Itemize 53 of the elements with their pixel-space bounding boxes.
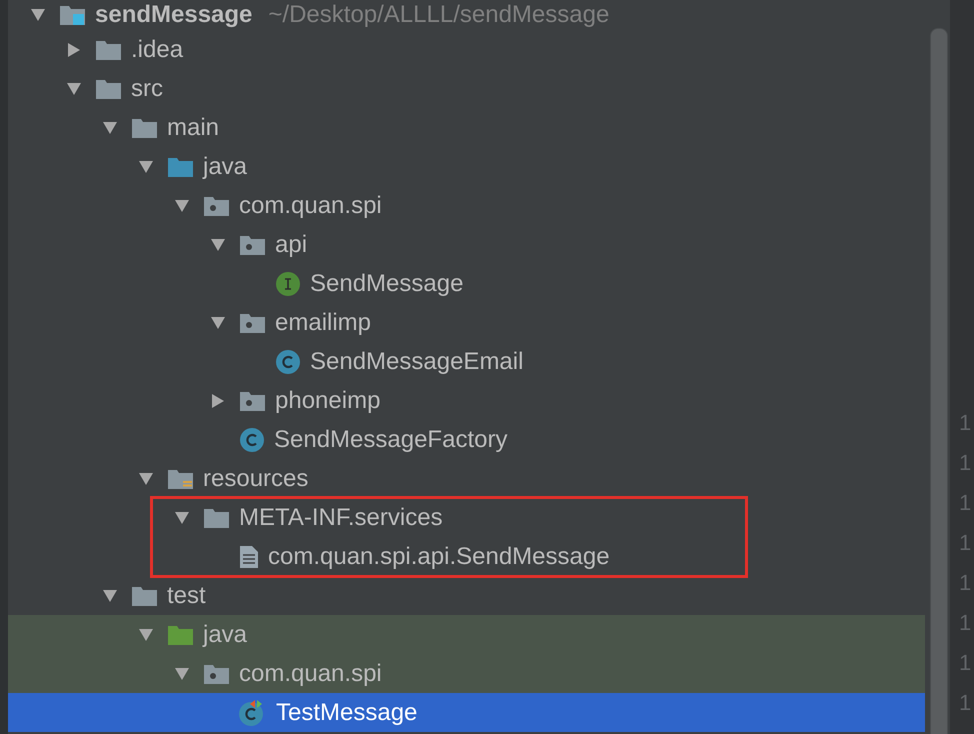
project-path: ~/Desktop/ALLLL/sendMessage xyxy=(268,1,610,29)
source-folder-icon xyxy=(167,156,194,178)
interface-icon xyxy=(275,270,301,296)
package-icon xyxy=(203,662,230,684)
tree-item[interactable]: emailimp xyxy=(8,303,925,342)
tree-item[interactable]: com.quan.spi xyxy=(8,186,925,225)
tree-item[interactable]: java xyxy=(8,147,925,186)
tree-item[interactable]: java xyxy=(8,615,925,654)
module-icon xyxy=(59,4,86,26)
class-icon xyxy=(275,348,301,374)
collapse-arrow-icon[interactable] xyxy=(102,120,118,136)
folder-icon xyxy=(95,78,122,100)
scrollbar-thumb[interactable] xyxy=(930,28,948,734)
collapse-arrow-icon[interactable] xyxy=(138,626,154,642)
tree-item[interactable]: SendMessage xyxy=(8,264,925,303)
tree-item[interactable]: .idea xyxy=(8,30,925,69)
collapse-arrow-icon[interactable] xyxy=(66,80,82,96)
package-icon xyxy=(203,194,230,216)
folder-icon xyxy=(95,38,122,60)
folder-icon xyxy=(203,506,230,528)
folder-icon xyxy=(131,584,158,606)
package-icon xyxy=(239,390,266,412)
tree-item[interactable]: sendMessage ~/Desktop/ALLLL/sendMessage xyxy=(8,0,925,30)
tree-item[interactable]: META-INF.services xyxy=(150,498,748,537)
collapse-arrow-icon[interactable] xyxy=(174,666,190,682)
tree-item[interactable]: SendMessageFactory xyxy=(8,420,925,459)
tree-item[interactable]: main xyxy=(8,108,925,147)
collapse-arrow-icon[interactable] xyxy=(174,510,190,526)
file-icon xyxy=(239,544,259,568)
tree-item[interactable]: TestMessage xyxy=(8,693,925,732)
class-icon xyxy=(239,426,265,452)
tree-item[interactable]: com.quan.spi xyxy=(8,654,925,693)
collapse-arrow-icon[interactable] xyxy=(138,158,154,174)
tree-item[interactable]: src xyxy=(8,69,925,108)
tree-item[interactable]: com.quan.spi.api.SendMessage xyxy=(150,537,748,576)
resources-folder-icon xyxy=(167,468,194,490)
test-folder-icon xyxy=(167,624,194,646)
tree-item[interactable]: SendMessageEmail xyxy=(8,342,925,381)
collapse-arrow-icon[interactable] xyxy=(174,198,190,214)
collapse-arrow-icon[interactable] xyxy=(102,588,118,604)
collapse-arrow-icon[interactable] xyxy=(210,236,226,252)
collapse-arrow-icon[interactable] xyxy=(30,7,46,23)
expand-arrow-icon[interactable] xyxy=(210,392,226,408)
tree-item[interactable]: phoneimp xyxy=(8,381,925,420)
tree-item[interactable]: api xyxy=(8,225,925,264)
package-icon xyxy=(239,312,266,334)
expand-arrow-icon[interactable] xyxy=(66,42,82,58)
collapse-arrow-icon[interactable] xyxy=(138,470,154,486)
tree-item[interactable]: test xyxy=(8,576,925,615)
collapse-arrow-icon[interactable] xyxy=(210,314,226,330)
tree-item[interactable]: resources xyxy=(8,459,925,498)
folder-icon xyxy=(131,116,158,138)
package-icon xyxy=(239,234,266,256)
